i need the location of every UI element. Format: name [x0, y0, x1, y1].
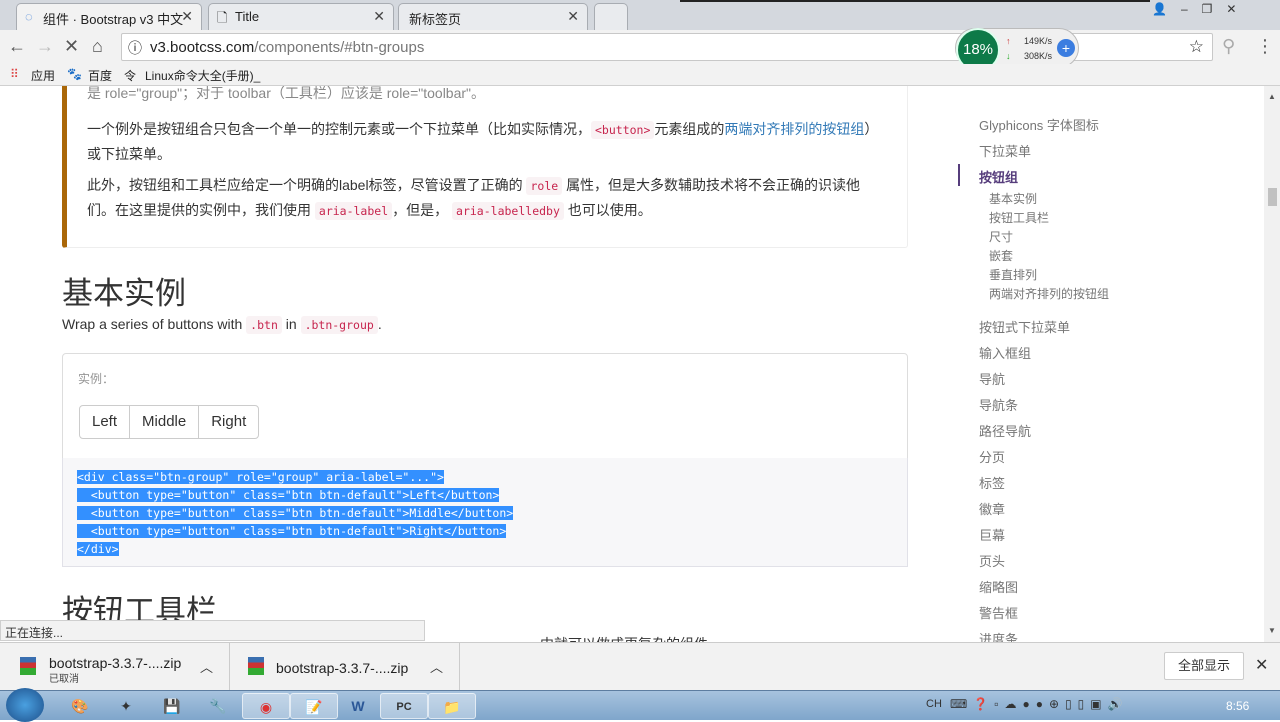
code-block[interactable]: <div class="btn-group" role="group" aria…	[62, 458, 908, 567]
taskbar: 🎨 ✦ 💾 🔧 ◉ 📝 W PC 📁 CH ⌨❓▫☁●●⊕▯▯▣🔊 8:56	[0, 688, 1280, 722]
scrollbar[interactable]: ▲ ▼	[1264, 86, 1280, 642]
archive-icon	[20, 657, 36, 675]
language-indicator[interactable]: CH	[926, 698, 942, 710]
middle-button[interactable]: Middle	[129, 405, 200, 439]
explorer-icon[interactable]: 📁	[428, 693, 476, 719]
notepad-icon[interactable]: 📝	[290, 693, 338, 719]
tab-bar: ◌ 组件 · Bootstrap v3 中文 ✕ 🗋 Title ✕ 新标签页 ✕ 👤‒❐…	[0, 0, 1280, 30]
loading-icon: ◌	[25, 9, 33, 24]
show-all-button[interactable]: 全部显示	[1164, 652, 1244, 680]
download-item[interactable]: bootstrap-3.3.7-....zip ︿	[230, 643, 460, 691]
btn-group: Left Middle Right	[79, 405, 260, 439]
sidebar-item[interactable]: Glyphicons 字体图标	[979, 115, 1099, 134]
plus-icon[interactable]: +	[1057, 39, 1075, 57]
close-icon[interactable]: ✕	[181, 8, 193, 25]
close-icon[interactable]: ✕	[373, 8, 385, 25]
upload-arrow-icon: ↑	[1006, 36, 1011, 46]
download-item[interactable]: bootstrap-3.3.7-....zip 已取消 ︿	[0, 643, 230, 691]
sidebar-item[interactable]: 分页	[979, 447, 1005, 466]
page-icon: 🗋	[217, 10, 228, 25]
chevron-up-icon[interactable]: ︿	[430, 657, 443, 676]
stop-icon[interactable]: ✕	[64, 36, 79, 57]
info-icon: ⓘ	[128, 40, 142, 56]
word-icon[interactable]: W	[334, 693, 382, 719]
bookmarks-bar: ⠿ 应用 🐾 百度 令 Linux命令大全(手册)_	[0, 64, 1280, 86]
scrollbar-thumb[interactable]	[1268, 188, 1277, 206]
sidebar-subitem[interactable]: 两端对齐排列的按钮组	[989, 285, 1109, 302]
callout-box: 是 role="group"；对于 toolbar（工具栏）应该是 role="…	[62, 86, 908, 248]
sidebar-item[interactable]: 按钮式下拉菜单	[979, 317, 1070, 336]
sidebar-subitem[interactable]: 嵌套	[989, 247, 1013, 264]
sidebar-item[interactable]: 徽章	[979, 499, 1005, 518]
tool-icon[interactable]: 🔧	[194, 693, 242, 719]
save-app-icon[interactable]: 💾	[148, 693, 196, 719]
scroll-down-icon[interactable]: ▼	[1268, 626, 1276, 635]
sidebar-item[interactable]: 警告框	[979, 603, 1018, 622]
archive-icon	[248, 657, 264, 675]
sidebar-item[interactable]: 导航条	[979, 395, 1018, 414]
example-box: 实例： Left Middle Right	[62, 353, 908, 459]
pycharm-icon[interactable]: PC	[380, 693, 428, 719]
app-icon[interactable]: ✦	[102, 693, 150, 719]
home-icon[interactable]: ⌂	[92, 36, 103, 57]
tray-icons[interactable]: ⌨❓▫☁●●⊕▯▯▣🔊	[950, 697, 1129, 711]
callout-paragraph-1: 一个例外是按钮组合只包含一个单一的控制元素或一个下拉菜单（比如实际情况， <but…	[87, 121, 879, 162]
sidebar-subitem[interactable]: 按钮工具栏	[989, 209, 1049, 226]
sidebar-item[interactable]: 进度条	[979, 629, 1018, 642]
callout-paragraph-2: 此外，按钮组和工具栏应给定一个明确的label标签，尽管设置了正确的 role …	[87, 177, 861, 220]
close-icon[interactable]: ✕	[1255, 655, 1268, 675]
heading-basic-example: 基本实例	[62, 276, 186, 311]
chevron-up-icon[interactable]: ︿	[200, 657, 213, 676]
sidebar-item[interactable]: 下拉菜单	[979, 141, 1031, 160]
new-tab-button[interactable]	[594, 3, 628, 30]
baidu-icon: 🐾	[67, 67, 82, 81]
download-arrow-icon: ↓	[1006, 51, 1011, 61]
clock[interactable]: 8:56	[1226, 699, 1249, 713]
star-icon[interactable]: ☆	[1189, 37, 1204, 57]
sidebar-subitem[interactable]: 基本实例	[989, 190, 1037, 207]
sidebar-subitem[interactable]: 尺寸	[989, 228, 1013, 245]
justified-link[interactable]: 两端对齐排列的按钮组	[724, 121, 864, 137]
sidebar-item[interactable]: 标签	[979, 473, 1005, 492]
bookmark-baidu[interactable]: 百度	[88, 67, 112, 84]
tab-new[interactable]: 新标签页 ✕	[398, 3, 588, 30]
tab-title[interactable]: 🗋 Title ✕	[208, 3, 394, 30]
bookmark-linux[interactable]: Linux命令大全(手册)_	[145, 67, 260, 84]
start-button[interactable]	[6, 688, 44, 722]
sidebar-item[interactable]: 巨幕	[979, 525, 1005, 544]
extension-icon[interactable]: ⚲	[1222, 36, 1235, 57]
intro-text: Wrap a series of buttons with .btn in .b…	[62, 316, 382, 334]
window-edge	[680, 0, 1150, 2]
browser-toolbar: ← → ✕ ⌂ ⓘ v3.bootcss.com/components/#btn…	[0, 28, 1280, 72]
sidebar-item[interactable]: 页头	[979, 551, 1005, 570]
right-button[interactable]: Right	[198, 405, 260, 439]
bookmark-apps[interactable]: 应用	[31, 67, 55, 84]
active-indicator	[958, 164, 960, 186]
download-bar: bootstrap-3.3.7-....zip 已取消 ︿ bootstrap-3.…	[0, 642, 1280, 691]
window-controls[interactable]: 👤‒❐✕	[1152, 2, 1250, 16]
forward-icon[interactable]: →	[36, 36, 54, 57]
sidebar-item[interactable]: 导航	[979, 369, 1005, 388]
paint-icon[interactable]: 🎨	[56, 693, 104, 719]
sidebar-item-active[interactable]: 按钮组	[979, 167, 1018, 186]
page-content: 是 role="group"；对于 toolbar（工具栏）应该是 role="…	[0, 86, 1264, 642]
speed-widget[interactable]: 18% ↑ 149K/s ↓ 308K/s +	[955, 28, 1079, 72]
tab-bootstrap[interactable]: ◌ 组件 · Bootstrap v3 中文 ✕	[16, 3, 202, 30]
left-button[interactable]: Left	[79, 405, 131, 439]
sidebar-item[interactable]: 输入框组	[979, 343, 1031, 362]
status-bar: 正在连接...	[0, 620, 425, 641]
back-icon[interactable]: ←	[8, 36, 26, 57]
linux-icon: 令	[124, 69, 137, 83]
apps-icon: ⠿	[10, 67, 19, 81]
sidebar-subitem[interactable]: 垂直排列	[989, 266, 1037, 283]
menu-icon[interactable]: ⋮	[1256, 36, 1274, 57]
close-icon[interactable]: ✕	[567, 8, 579, 25]
sidebar-item[interactable]: 缩略图	[979, 577, 1018, 596]
sidebar-item[interactable]: 路径导航	[979, 421, 1031, 440]
chrome-icon[interactable]: ◉	[242, 693, 290, 719]
scroll-up-icon[interactable]: ▲	[1268, 92, 1276, 101]
